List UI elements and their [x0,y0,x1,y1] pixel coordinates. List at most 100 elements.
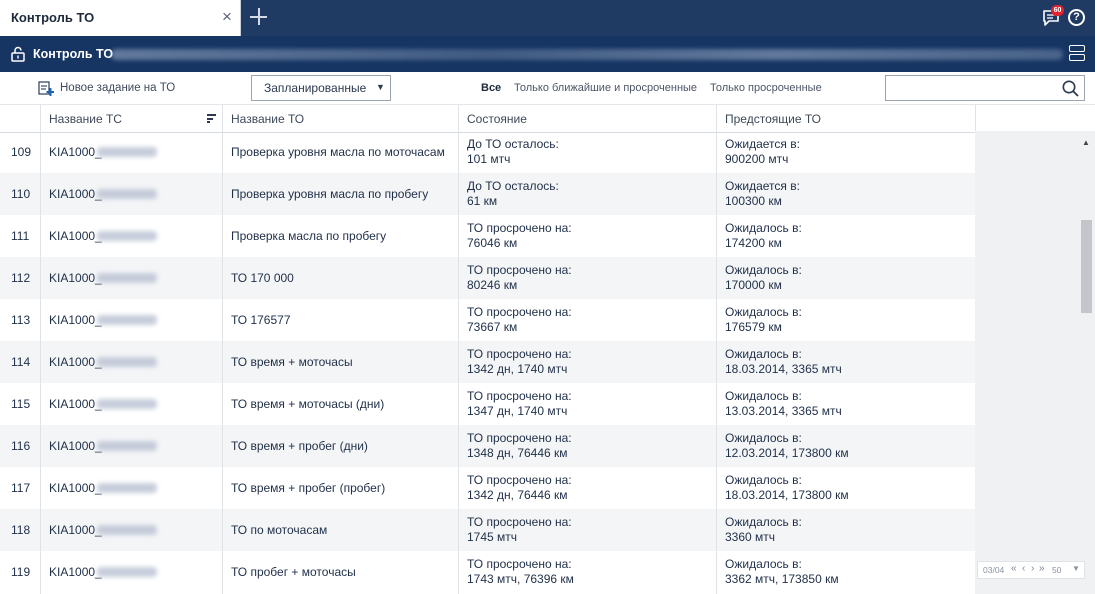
table-body: 109 KIA1000_ Проверка уровня масла по мото… [0,131,975,594]
help-icon[interactable]: ? [1068,9,1085,26]
state-value: 1745 мтч [467,530,518,544]
state-cell: ТО просрочено на: 1743 мтч, 76396 км [467,557,574,587]
table-row[interactable]: 117 KIA1000_ ТО время + пробег (пробег) ТО … [0,467,975,509]
vertical-scrollbar[interactable] [1080,131,1095,594]
vehicle-name: KIA1000_ [49,439,102,453]
state-cell: ТО просрочено на: 1347 дн, 1740 мтч [467,389,572,419]
vehicle-name: KIA1000_ [49,313,102,327]
close-icon[interactable]: × [222,8,236,25]
column-divider [975,105,976,133]
filter-all[interactable]: Все [481,82,501,94]
column-header-state[interactable]: Состояние [467,112,527,126]
state-cell: До ТО осталось: 61 км [467,179,559,209]
upcoming-label: Ожидалось в: [725,389,802,403]
state-label: ТО просрочено на: [467,473,572,487]
layout-toggle-icon[interactable] [1069,45,1085,63]
filter-near-and-overdue[interactable]: Только ближайшие и просроченные [514,82,697,94]
select-value: Запланированные [264,81,367,95]
state-value: 101 мтч [467,152,511,166]
task-name: ТО время + моточасы [231,355,353,369]
scroll-up-icon[interactable]: ▲ [1082,138,1092,148]
add-tab-icon[interactable] [248,6,270,28]
task-name: ТО 170 000 [231,271,294,285]
sort-icon[interactable] [207,114,216,123]
next-page-icon[interactable]: › [1031,563,1034,574]
blurred-vehicle-id [97,147,157,157]
table-row[interactable]: 116 KIA1000_ ТО время + пробег (дни) ТО про… [0,425,975,467]
table-row[interactable]: 112 KIA1000_ ТО 170 000 ТО просрочено на: 80… [0,257,975,299]
task-name: ТО время + пробег (пробег) [231,481,386,495]
prev-page-icon[interactable]: ‹ [1022,563,1025,574]
tab-active[interactable]: Контроль ТО × [0,0,241,36]
row-number: 113 [11,313,31,327]
table-row[interactable]: 115 KIA1000_ ТО время + моточасы (дни) ТО п… [0,383,975,425]
last-page-icon[interactable]: » [1039,563,1045,574]
table-row[interactable]: 118 KIA1000_ ТО по моточасам ТО просрочено … [0,509,975,551]
blurred-vehicle-id [97,231,157,241]
table-row[interactable]: 119 KIA1000_ ТО пробег + моточасы ТО просро… [0,551,975,593]
page-size-dropdown-icon[interactable]: ▼ [1072,564,1080,573]
row-number: 112 [11,271,31,285]
chevron-down-icon: ▼ [376,82,385,92]
object-bar-title: Контроль ТО [33,47,114,61]
upcoming-label: Ожидалось в: [725,305,802,319]
table-row[interactable]: 114 KIA1000_ ТО время + моточасы ТО просроч… [0,341,975,383]
lock-open-icon[interactable] [11,46,25,62]
table-header [0,105,1095,133]
table-row[interactable]: 110 KIA1000_ Проверка уровня масла по проб… [0,173,975,215]
pager-page-indicator: 03/04 [983,565,1005,575]
search-input[interactable] [890,79,1055,97]
search-icon[interactable] [1062,80,1079,97]
blurred-vehicle-id [97,189,157,199]
state-cell: ТО просрочено на: 1342 дн, 76446 км [467,473,572,503]
column-divider [40,105,41,594]
upcoming-value: 100300 км [725,194,782,208]
task-name: ТО время + моточасы (дни) [231,397,385,411]
task-name: ТО время + пробег (дни) [231,439,368,453]
column-divider [222,105,223,594]
state-value: 1348 дн, 76446 км [467,446,568,460]
upcoming-label: Ожидалось в: [725,515,802,529]
blurred-object-list [111,49,1063,60]
blurred-vehicle-id [97,399,157,409]
row-number: 111 [11,229,30,243]
row-number: 109 [11,145,32,159]
scrollbar-thumb[interactable] [1081,220,1092,313]
column-header-vehicle[interactable]: Название ТС [49,112,122,126]
row-number: 110 [11,187,31,201]
upcoming-value: 18.03.2014, 173800 км [725,488,849,502]
task-name: Проверка уровня масла по пробегу [231,187,429,201]
tab-title: Контроль ТО [11,10,95,25]
upcoming-value: 12.03.2014, 173800 км [725,446,849,460]
new-task-label: Новое задание на ТО [60,82,176,94]
state-value: 1743 мтч, 76396 км [467,572,574,586]
filter-overdue-only[interactable]: Только просроченные [710,82,822,94]
upcoming-cell: Ожидалось в: 13.03.2014, 3365 мтч [725,389,842,419]
state-label: ТО просрочено на: [467,347,572,361]
first-page-icon[interactable]: « [1011,563,1017,574]
blurred-vehicle-id [97,525,157,535]
upcoming-label: Ожидалось в: [725,473,802,487]
vehicle-name: KIA1000_ [49,565,102,579]
state-value: 80246 км [467,278,518,292]
state-value: 1342 дн, 76446 км [467,488,568,502]
state-value: 1347 дн, 1740 мтч [467,404,568,418]
blurred-vehicle-id [97,567,157,577]
vehicle-name: KIA1000_ [49,355,102,369]
search-box [885,75,1085,101]
upcoming-label: Ожидалось в: [725,263,802,277]
task-name: Проверка уровня масла по моточасам [231,145,445,159]
table-row[interactable]: 109 KIA1000_ Проверка уровня масла по мото… [0,131,975,173]
column-header-task[interactable]: Название ТО [231,112,304,126]
state-cell: ТО просрочено на: 1348 дн, 76446 км [467,431,572,461]
state-cell: ТО просрочено на: 73667 км [467,305,572,335]
plan-status-select[interactable]: Запланированные ▼ [251,75,391,101]
task-name: ТО 176577 [231,313,291,327]
upcoming-cell: Ожидается в: 100300 км [725,179,800,209]
upcoming-cell: Ожидается в: 900200 мтч [725,137,800,167]
table-row[interactable]: 111 KIA1000_ Проверка масла по пробегу ТО п… [0,215,975,257]
upcoming-value: 174200 км [725,236,782,250]
table-row[interactable]: 113 KIA1000_ ТО 176577 ТО просрочено на: 736… [0,299,975,341]
upcoming-cell: Ожидалось в: 3362 мтч, 173850 км [725,557,839,587]
column-header-upcoming[interactable]: Предстоящие ТО [725,112,821,126]
